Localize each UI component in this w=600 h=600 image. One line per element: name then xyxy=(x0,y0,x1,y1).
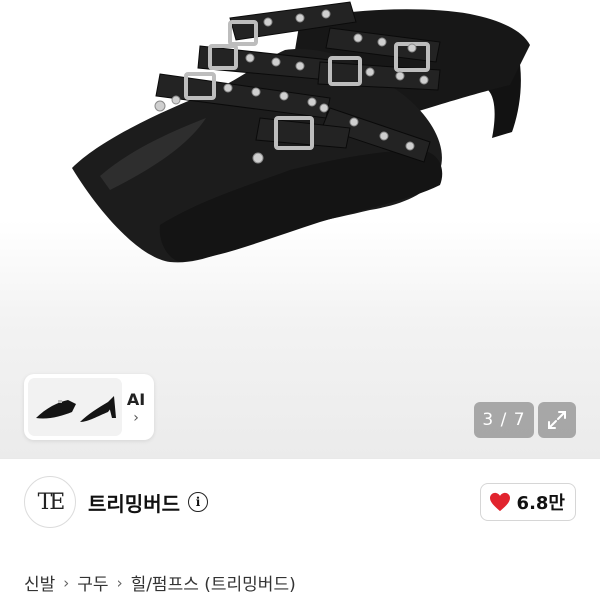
breadcrumb: 신발 › 구두 › 힐/펌프스 (트리밍버드) xyxy=(24,570,296,596)
gallery-page-counter: 3 / 7 xyxy=(474,402,534,438)
breadcrumb-item-heels-pumps[interactable]: 힐/펌프스 (트리밍버드) xyxy=(131,570,296,595)
store-name[interactable]: 트리밍버드 xyxy=(88,488,180,517)
expand-button[interactable] xyxy=(538,402,576,438)
breadcrumb-item-dress-shoes[interactable]: 구두 xyxy=(77,570,108,595)
expand-arrows-icon xyxy=(548,411,566,429)
ai-similar-card[interactable]: AI › xyxy=(24,374,154,440)
chevron-right-icon: › xyxy=(116,573,123,592)
ai-label: AI xyxy=(126,389,146,409)
section-divider xyxy=(0,458,600,459)
shoe-thumbnail-icon xyxy=(28,378,122,436)
chevron-right-icon: › xyxy=(63,573,70,592)
heart-icon xyxy=(489,492,510,512)
info-icon[interactable]: i xyxy=(188,492,208,512)
store-row: TE 트리밍버드 i 6.8만 xyxy=(24,476,576,528)
chevron-right-icon: › xyxy=(133,409,139,426)
favorite-button[interactable]: 6.8만 xyxy=(479,483,576,521)
store-logo[interactable]: TE xyxy=(24,476,76,528)
product-image-gallery[interactable]: AI › 3 / 7 xyxy=(0,0,600,458)
favorite-count: 6.8만 xyxy=(516,493,565,514)
ai-thumbnail xyxy=(28,378,122,436)
breadcrumb-item-shoes[interactable]: 신발 xyxy=(24,570,55,595)
